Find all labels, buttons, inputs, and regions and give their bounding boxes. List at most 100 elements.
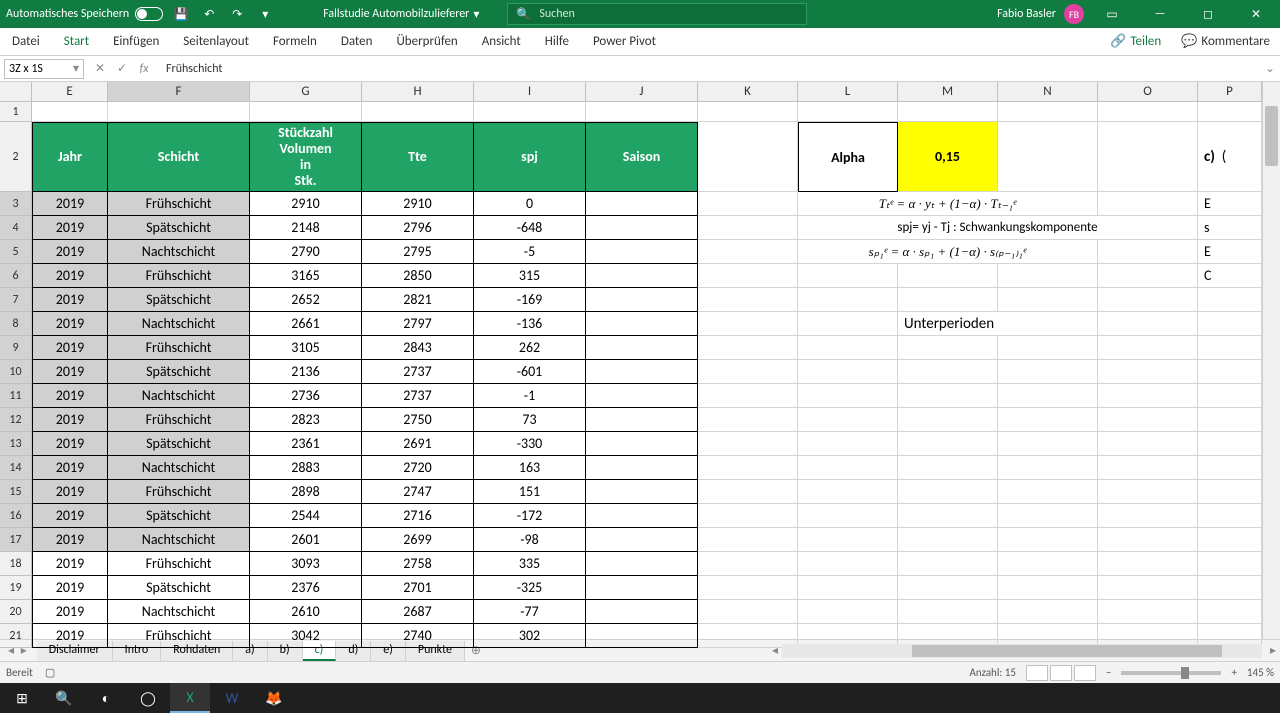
cell-i-8[interactable]: -136 [474, 312, 586, 336]
cell-j-17[interactable] [586, 528, 698, 552]
cell-N12[interactable] [998, 408, 1098, 432]
fx-icon[interactable]: fx [134, 59, 154, 79]
cell-O14[interactable] [1098, 456, 1198, 480]
cell-N9[interactable] [998, 336, 1098, 360]
cell-g-15[interactable]: 2898 [250, 480, 362, 504]
cell-O6[interactable] [1098, 264, 1198, 288]
autosave-toggle[interactable]: Automatisches Speichern [6, 7, 163, 21]
cell-L16[interactable] [798, 504, 898, 528]
ribbon-tab-ansicht[interactable]: Ansicht [470, 28, 533, 55]
cell-jahr-17[interactable]: 2019 [32, 528, 108, 552]
cell-N14[interactable] [998, 456, 1098, 480]
cell-i-16[interactable]: -172 [474, 504, 586, 528]
cell-N20[interactable] [998, 600, 1098, 624]
cell-L17[interactable] [798, 528, 898, 552]
cell-jahr-8[interactable]: 2019 [32, 312, 108, 336]
cell-i-19[interactable]: -325 [474, 576, 586, 600]
cell-P8[interactable] [1198, 312, 1262, 336]
share-button[interactable]: 🔗 Teilen [1100, 28, 1171, 55]
cell-P9[interactable] [1198, 336, 1262, 360]
cell-P10[interactable] [1198, 360, 1262, 384]
cell-schicht-16[interactable]: Spätschicht [108, 504, 250, 528]
cell-g-17[interactable]: 2601 [250, 528, 362, 552]
ribbon-tab-formeln[interactable]: Formeln [261, 28, 329, 55]
cell-i-13[interactable]: -330 [474, 432, 586, 456]
cell-P20[interactable] [1198, 600, 1262, 624]
cell-h-4[interactable]: 2796 [362, 216, 474, 240]
cell-K3[interactable] [698, 192, 798, 216]
cell-L12[interactable] [798, 408, 898, 432]
cell-P12[interactable] [1198, 408, 1262, 432]
cancel-icon[interactable]: ✕ [90, 59, 110, 79]
cell-O3[interactable] [1098, 192, 1198, 216]
cell-O19[interactable] [1098, 576, 1198, 600]
cell-K19[interactable] [698, 576, 798, 600]
ribbon-display-icon[interactable]: ▭ [1092, 0, 1132, 28]
cell-P16[interactable] [1198, 504, 1262, 528]
cell-g-14[interactable]: 2883 [250, 456, 362, 480]
cell-K8[interactable] [698, 312, 798, 336]
record-macro-icon[interactable]: ▢ [45, 666, 55, 679]
row-header-20[interactable]: 20 [0, 600, 32, 624]
cell-K7[interactable] [698, 288, 798, 312]
row-header-2[interactable]: 2 [0, 122, 32, 192]
cell-g-6[interactable]: 3165 [250, 264, 362, 288]
cell-I1[interactable] [474, 102, 586, 122]
cell-i-21[interactable]: 302 [474, 624, 586, 648]
cell-L11[interactable] [798, 384, 898, 408]
cell-schicht-11[interactable]: Nachtschicht [108, 384, 250, 408]
cell-g-21[interactable]: 3042 [250, 624, 362, 648]
cell-L7[interactable] [798, 288, 898, 312]
zoom-level[interactable]: 145 % [1247, 666, 1274, 679]
cell-schicht-3[interactable]: Frühschicht [108, 192, 250, 216]
cell-h-19[interactable]: 2701 [362, 576, 474, 600]
cell-L10[interactable] [798, 360, 898, 384]
cell-i-12[interactable]: 73 [474, 408, 586, 432]
row-header-10[interactable]: 10 [0, 360, 32, 384]
cell-schicht-4[interactable]: Spätschicht [108, 216, 250, 240]
cell-i-3[interactable]: 0 [474, 192, 586, 216]
cell-schicht-21[interactable]: Frühschicht [108, 624, 250, 648]
cell-O11[interactable] [1098, 384, 1198, 408]
save-icon[interactable]: 💾 [171, 4, 191, 24]
cell-j-18[interactable] [586, 552, 698, 576]
start-button[interactable]: ⊞ [2, 683, 42, 713]
cell-g-8[interactable]: 2661 [250, 312, 362, 336]
cell-O20[interactable] [1098, 600, 1198, 624]
cell-L20[interactable] [798, 600, 898, 624]
cell-L6[interactable] [798, 264, 898, 288]
col-header-N[interactable]: N [998, 82, 1098, 102]
cell-M13[interactable] [898, 432, 998, 456]
cell-g-10[interactable]: 2136 [250, 360, 362, 384]
cell-N1[interactable] [998, 102, 1098, 122]
row-header-18[interactable]: 18 [0, 552, 32, 576]
cell-K13[interactable] [698, 432, 798, 456]
row-header-13[interactable]: 13 [0, 432, 32, 456]
cell-K16[interactable] [698, 504, 798, 528]
cell-K9[interactable] [698, 336, 798, 360]
ribbon-tab-hilfe[interactable]: Hilfe [533, 28, 581, 55]
cell-jahr-18[interactable]: 2019 [32, 552, 108, 576]
cell-h-20[interactable]: 2687 [362, 600, 474, 624]
col-header-H[interactable]: H [362, 82, 474, 102]
cell-i-9[interactable]: 262 [474, 336, 586, 360]
cell-J1[interactable] [586, 102, 698, 122]
cell-g-11[interactable]: 2736 [250, 384, 362, 408]
cell-jahr-19[interactable]: 2019 [32, 576, 108, 600]
cells-area[interactable]: JahrSchichtStückzahlVolumeninStk.TtespjS… [32, 102, 1262, 639]
cell-schicht-20[interactable]: Nachtschicht [108, 600, 250, 624]
cell-O16[interactable] [1098, 504, 1198, 528]
cell-jahr-4[interactable]: 2019 [32, 216, 108, 240]
col-header-L[interactable]: L [798, 82, 898, 102]
comments-button[interactable]: 💬 Kommentare [1171, 28, 1280, 55]
zoom-in-icon[interactable]: + [1231, 666, 1236, 679]
cell-M14[interactable] [898, 456, 998, 480]
cell-schicht-7[interactable]: Spätschicht [108, 288, 250, 312]
undo-icon[interactable]: ↶ [199, 4, 219, 24]
cell-jahr-14[interactable]: 2019 [32, 456, 108, 480]
cell-i-14[interactable]: 163 [474, 456, 586, 480]
cell-j-5[interactable] [586, 240, 698, 264]
cell-P15[interactable] [1198, 480, 1262, 504]
cell-schicht-6[interactable]: Frühschicht [108, 264, 250, 288]
expand-formula-icon[interactable]: ⌄ [1260, 61, 1280, 76]
